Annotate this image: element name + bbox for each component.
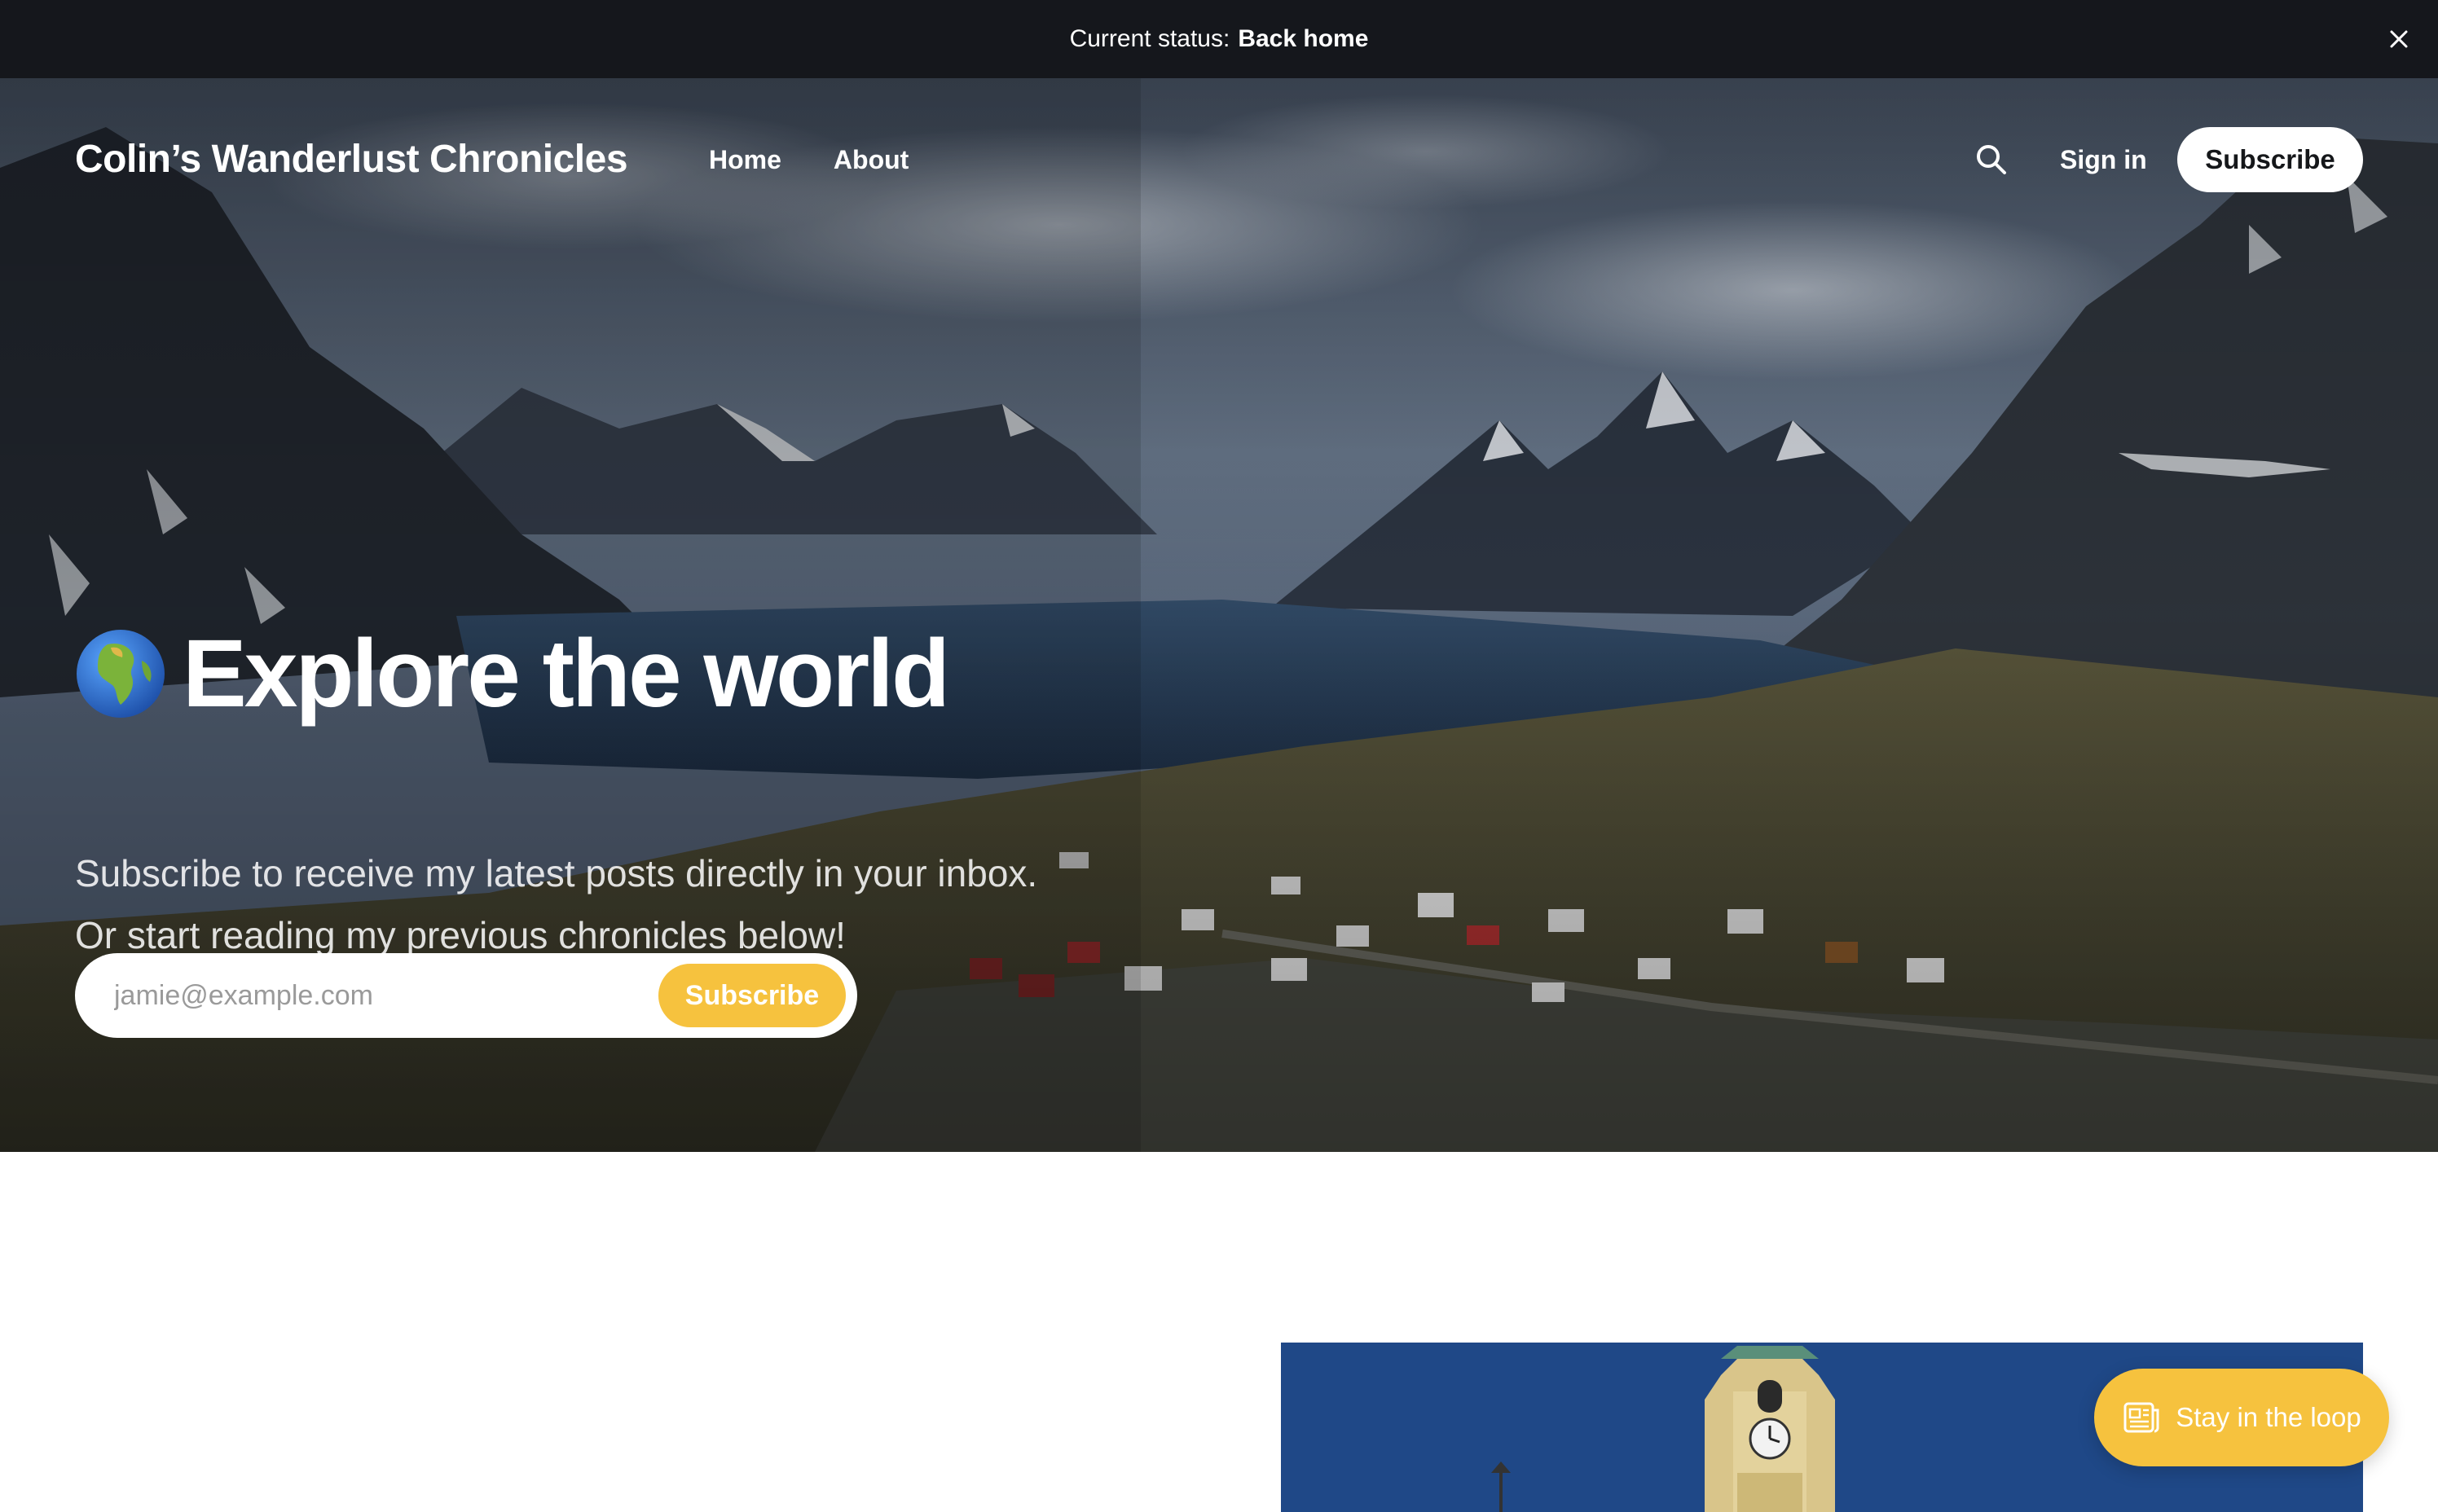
portal-label: Stay in the loop bbox=[2176, 1402, 2361, 1432]
main-nav: Home About bbox=[709, 145, 909, 175]
header-subscribe-button[interactable]: Subscribe bbox=[2177, 127, 2363, 192]
close-icon[interactable] bbox=[2384, 24, 2414, 54]
sign-in-link[interactable]: Sign in bbox=[2060, 145, 2147, 175]
globe-icon bbox=[77, 630, 165, 718]
nav-item-home[interactable]: Home bbox=[709, 145, 781, 175]
hero-description: Subscribe to receive my latest posts dir… bbox=[75, 842, 1297, 966]
announcement-bar: Current status: Back home bbox=[0, 0, 2438, 78]
nav-item-about[interactable]: About bbox=[834, 145, 909, 175]
hero-heading: Explore the world bbox=[75, 620, 950, 727]
hero-subscribe-button[interactable]: Subscribe bbox=[658, 964, 846, 1027]
hero-section: Colin’s Wanderlust Chronicles Home About… bbox=[0, 78, 2438, 1152]
hero-title: Explore the world bbox=[183, 620, 950, 727]
email-field[interactable] bbox=[114, 979, 658, 1012]
hero-subtitle-line-1: Subscribe to receive my latest posts dir… bbox=[75, 852, 1038, 894]
announcement-link[interactable]: Back home bbox=[1238, 25, 1368, 53]
newspaper-icon bbox=[2123, 1402, 2159, 1433]
email-signup-form: Subscribe bbox=[75, 953, 857, 1038]
site-title[interactable]: Colin’s Wanderlust Chronicles bbox=[75, 137, 628, 182]
stay-in-the-loop-button[interactable]: Stay in the loop bbox=[2094, 1369, 2389, 1466]
search-icon[interactable] bbox=[1974, 142, 2009, 178]
announcement-label: Current status: bbox=[1069, 25, 1230, 52]
